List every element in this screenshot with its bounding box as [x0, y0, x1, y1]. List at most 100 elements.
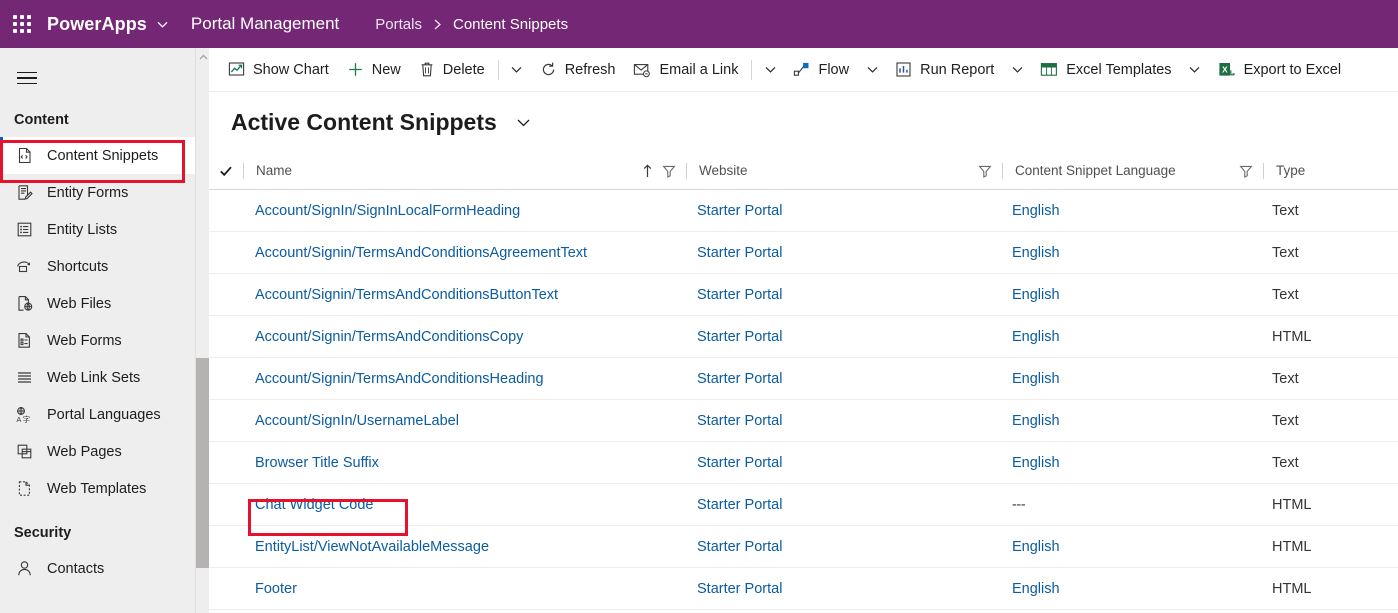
waffle-grid-icon[interactable]	[13, 15, 31, 33]
cell-name[interactable]: Account/Signin/TermsAndConditionsHeading	[243, 358, 685, 400]
run-report-dropdown-chevron-icon[interactable]	[1003, 48, 1031, 91]
excel-templates-dropdown-chevron-icon[interactable]	[1181, 48, 1209, 91]
flow-dropdown-chevron-icon[interactable]	[858, 48, 886, 91]
hamburger-menu-icon[interactable]	[6, 58, 48, 98]
cell-language[interactable]: English	[1000, 526, 1260, 568]
excel-templates-button[interactable]: Excel Templates	[1031, 48, 1180, 91]
website-link[interactable]: Starter Portal	[697, 287, 782, 303]
website-link[interactable]: Starter Portal	[697, 245, 782, 261]
cell-language[interactable]: English	[1000, 358, 1260, 400]
filter-icon[interactable]	[978, 164, 992, 178]
record-link[interactable]: Browser Title Suffix	[255, 455, 379, 471]
cell-name[interactable]: EntityList/ViewNotAvailableMessage	[243, 526, 685, 568]
table-row[interactable]: Account/Signin/TermsAndConditionsButtonT…	[209, 274, 1398, 316]
cell-website[interactable]: Starter Portal	[685, 358, 1000, 400]
sidebar-item-web-templates[interactable]: Web Templates	[0, 470, 195, 507]
sidebar-scrollbar-thumb[interactable]	[196, 358, 210, 568]
column-header-website[interactable]: Website	[687, 152, 1002, 190]
record-link[interactable]: EntityList/ViewNotAvailableMessage	[255, 539, 489, 555]
language-link[interactable]: English	[1012, 245, 1060, 261]
show-chart-button[interactable]: Show Chart	[219, 48, 338, 91]
language-link[interactable]: English	[1012, 203, 1060, 219]
page-title[interactable]: Active Content Snippets	[231, 109, 497, 136]
language-link[interactable]: English	[1012, 455, 1060, 471]
cell-website[interactable]: Starter Portal	[685, 526, 1000, 568]
sidebar-item-content-snippets[interactable]: Content Snippets	[0, 137, 195, 174]
cell-language[interactable]: English	[1000, 400, 1260, 442]
column-header-name[interactable]: Name	[244, 152, 686, 190]
email-a-link-button[interactable]: Email a Link	[624, 48, 747, 91]
sidebar-item-web-pages[interactable]: Web Pages	[0, 433, 195, 470]
run-report-button[interactable]: Run Report	[886, 48, 1003, 91]
website-link[interactable]: Starter Portal	[697, 497, 782, 513]
sidebar-item-contacts[interactable]: Contacts	[0, 550, 195, 587]
sidebar-item-entity-lists[interactable]: Entity Lists	[0, 211, 195, 248]
cell-name[interactable]: Footer	[243, 568, 685, 610]
cell-website[interactable]: Starter Portal	[685, 316, 1000, 358]
brand-label[interactable]: PowerApps	[47, 14, 147, 35]
website-link[interactable]: Starter Portal	[697, 371, 782, 387]
record-link[interactable]: Account/Signin/TermsAndConditionsHeading	[255, 371, 544, 387]
website-link[interactable]: Starter Portal	[697, 539, 782, 555]
export-to-excel-button[interactable]: X Export to Excel	[1209, 48, 1351, 91]
new-button[interactable]: New	[338, 48, 410, 91]
flow-button[interactable]: Flow	[784, 48, 858, 91]
cell-language[interactable]: English	[1000, 316, 1260, 358]
record-link[interactable]: Account/SignIn/SignInLocalFormHeading	[255, 203, 520, 219]
table-row[interactable]: Account/Signin/TermsAndConditionsAgreeme…	[209, 232, 1398, 274]
delete-dropdown-chevron-icon[interactable]	[503, 48, 531, 91]
refresh-button[interactable]: Refresh	[531, 48, 625, 91]
sidebar-item-portal-languages[interactable]: A字 Portal Languages	[0, 396, 195, 433]
language-link[interactable]: English	[1012, 413, 1060, 429]
cell-language[interactable]: English	[1000, 568, 1260, 610]
cell-name[interactable]: Chat Widget Code	[243, 484, 685, 526]
table-row-chat-widget-code[interactable]: Chat Widget Code Starter Portal --- HTML	[209, 484, 1398, 526]
language-link[interactable]: English	[1012, 329, 1060, 345]
filter-icon[interactable]	[1239, 164, 1253, 178]
cell-website[interactable]: Starter Portal	[685, 274, 1000, 316]
cell-language[interactable]: English	[1000, 190, 1260, 232]
sidebar-item-shortcuts[interactable]: Shortcuts	[0, 248, 195, 285]
sidebar-item-web-files[interactable]: Web Files	[0, 285, 195, 322]
filter-icon[interactable]	[662, 164, 676, 178]
cell-name[interactable]: Browser Title Suffix	[243, 442, 685, 484]
table-row[interactable]: Account/Signin/TermsAndConditionsCopy St…	[209, 316, 1398, 358]
chevron-up-icon[interactable]	[196, 48, 210, 65]
breadcrumb-parent[interactable]: Portals	[375, 16, 422, 33]
website-link[interactable]: Starter Portal	[697, 455, 782, 471]
column-header-type[interactable]: Type	[1264, 152, 1398, 190]
table-row[interactable]: Footer Starter Portal English HTML	[209, 568, 1398, 610]
table-row[interactable]: Browser Title Suffix Starter Portal Engl…	[209, 442, 1398, 484]
cell-language[interactable]: English	[1000, 274, 1260, 316]
website-link[interactable]: Starter Portal	[697, 203, 782, 219]
sidebar-item-web-link-sets[interactable]: Web Link Sets	[0, 359, 195, 396]
sidebar-item-web-forms[interactable]: Web Forms	[0, 322, 195, 359]
record-link[interactable]: Account/Signin/TermsAndConditionsButtonT…	[255, 287, 558, 303]
cell-name[interactable]: Account/Signin/TermsAndConditionsButtonT…	[243, 274, 685, 316]
website-link[interactable]: Starter Portal	[697, 581, 782, 597]
website-link[interactable]: Starter Portal	[697, 413, 782, 429]
cell-language[interactable]: English	[1000, 442, 1260, 484]
language-link[interactable]: English	[1012, 581, 1060, 597]
cell-language[interactable]: English	[1000, 232, 1260, 274]
cell-website[interactable]: Starter Portal	[685, 190, 1000, 232]
cell-website[interactable]: Starter Portal	[685, 568, 1000, 610]
delete-button[interactable]: Delete	[410, 48, 494, 91]
record-link[interactable]: Footer	[255, 581, 297, 597]
record-link[interactable]: Account/Signin/TermsAndConditionsAgreeme…	[255, 245, 587, 261]
column-header-content-snippet-language[interactable]: Content Snippet Language	[1003, 152, 1263, 190]
table-row[interactable]: EntityList/ViewNotAvailableMessage Start…	[209, 526, 1398, 568]
sidebar-scrollbar[interactable]	[195, 48, 210, 613]
cell-website[interactable]: Starter Portal	[685, 400, 1000, 442]
language-link[interactable]: English	[1012, 539, 1060, 555]
email-dropdown-chevron-icon[interactable]	[756, 48, 784, 91]
table-row[interactable]: Account/SignIn/UsernameLabel Starter Por…	[209, 400, 1398, 442]
sort-ascending-icon[interactable]	[642, 163, 653, 178]
website-link[interactable]: Starter Portal	[697, 329, 782, 345]
select-all-checkbox[interactable]	[209, 164, 243, 178]
cell-name[interactable]: Account/Signin/TermsAndConditionsCopy	[243, 316, 685, 358]
table-row[interactable]: Account/Signin/TermsAndConditionsHeading…	[209, 358, 1398, 400]
cell-website[interactable]: Starter Portal	[685, 442, 1000, 484]
cell-website[interactable]: Starter Portal	[685, 484, 1000, 526]
language-link[interactable]: English	[1012, 371, 1060, 387]
